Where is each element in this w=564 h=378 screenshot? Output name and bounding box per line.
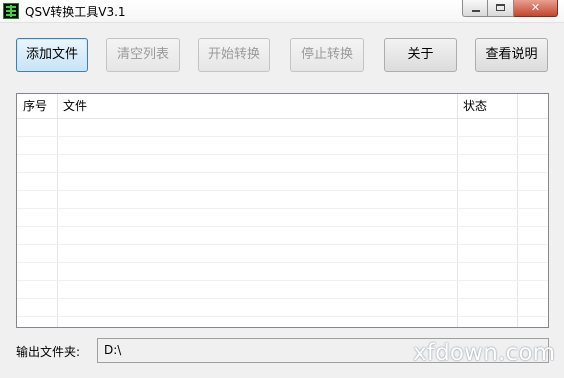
window-title: QSV转换工具V3.1 (25, 5, 126, 19)
column-divider (57, 94, 58, 327)
maximize-icon (496, 4, 505, 11)
row-gridline (17, 190, 548, 191)
row-gridline (17, 136, 548, 137)
title-bar[interactable]: QSV转换工具V3.1 ✕ (0, 0, 564, 23)
row-gridline (17, 316, 548, 317)
watermark: xfdown.com (413, 340, 556, 366)
column-header-index[interactable]: 序号 (17, 94, 57, 118)
minimize-button[interactable] (462, 0, 488, 17)
row-gridline (17, 226, 548, 227)
view-help-button[interactable]: 查看说明 (475, 38, 548, 72)
list-header: 序号 文件 状态 (17, 94, 548, 119)
row-gridline (17, 298, 548, 299)
terminal-grid-icon (3, 3, 19, 19)
column-divider (517, 94, 518, 327)
close-button[interactable]: ✕ (514, 0, 558, 17)
add-file-button[interactable]: 添加文件 (16, 38, 88, 72)
clear-list-button[interactable]: 清空列表 (106, 38, 180, 72)
minimize-icon (472, 10, 480, 12)
row-gridline (17, 262, 548, 263)
row-gridline (17, 280, 548, 281)
row-gridline (17, 154, 548, 155)
row-gridline (17, 208, 548, 209)
start-convert-button[interactable]: 开始转换 (198, 38, 270, 72)
file-list[interactable]: 序号 文件 状态 (16, 93, 549, 328)
about-button[interactable]: 关于 (384, 38, 457, 72)
column-divider (457, 94, 458, 327)
window-controls: ✕ (462, 0, 558, 18)
maximize-button[interactable] (488, 0, 514, 17)
output-folder-label: 输出文件夹: (16, 345, 81, 359)
stop-convert-button[interactable]: 停止转换 (290, 38, 364, 72)
column-header-file[interactable]: 文件 (57, 94, 457, 118)
close-icon: ✕ (530, 1, 541, 14)
row-gridline (17, 244, 548, 245)
row-gridline (17, 172, 548, 173)
column-header-status[interactable]: 状态 (457, 94, 517, 118)
